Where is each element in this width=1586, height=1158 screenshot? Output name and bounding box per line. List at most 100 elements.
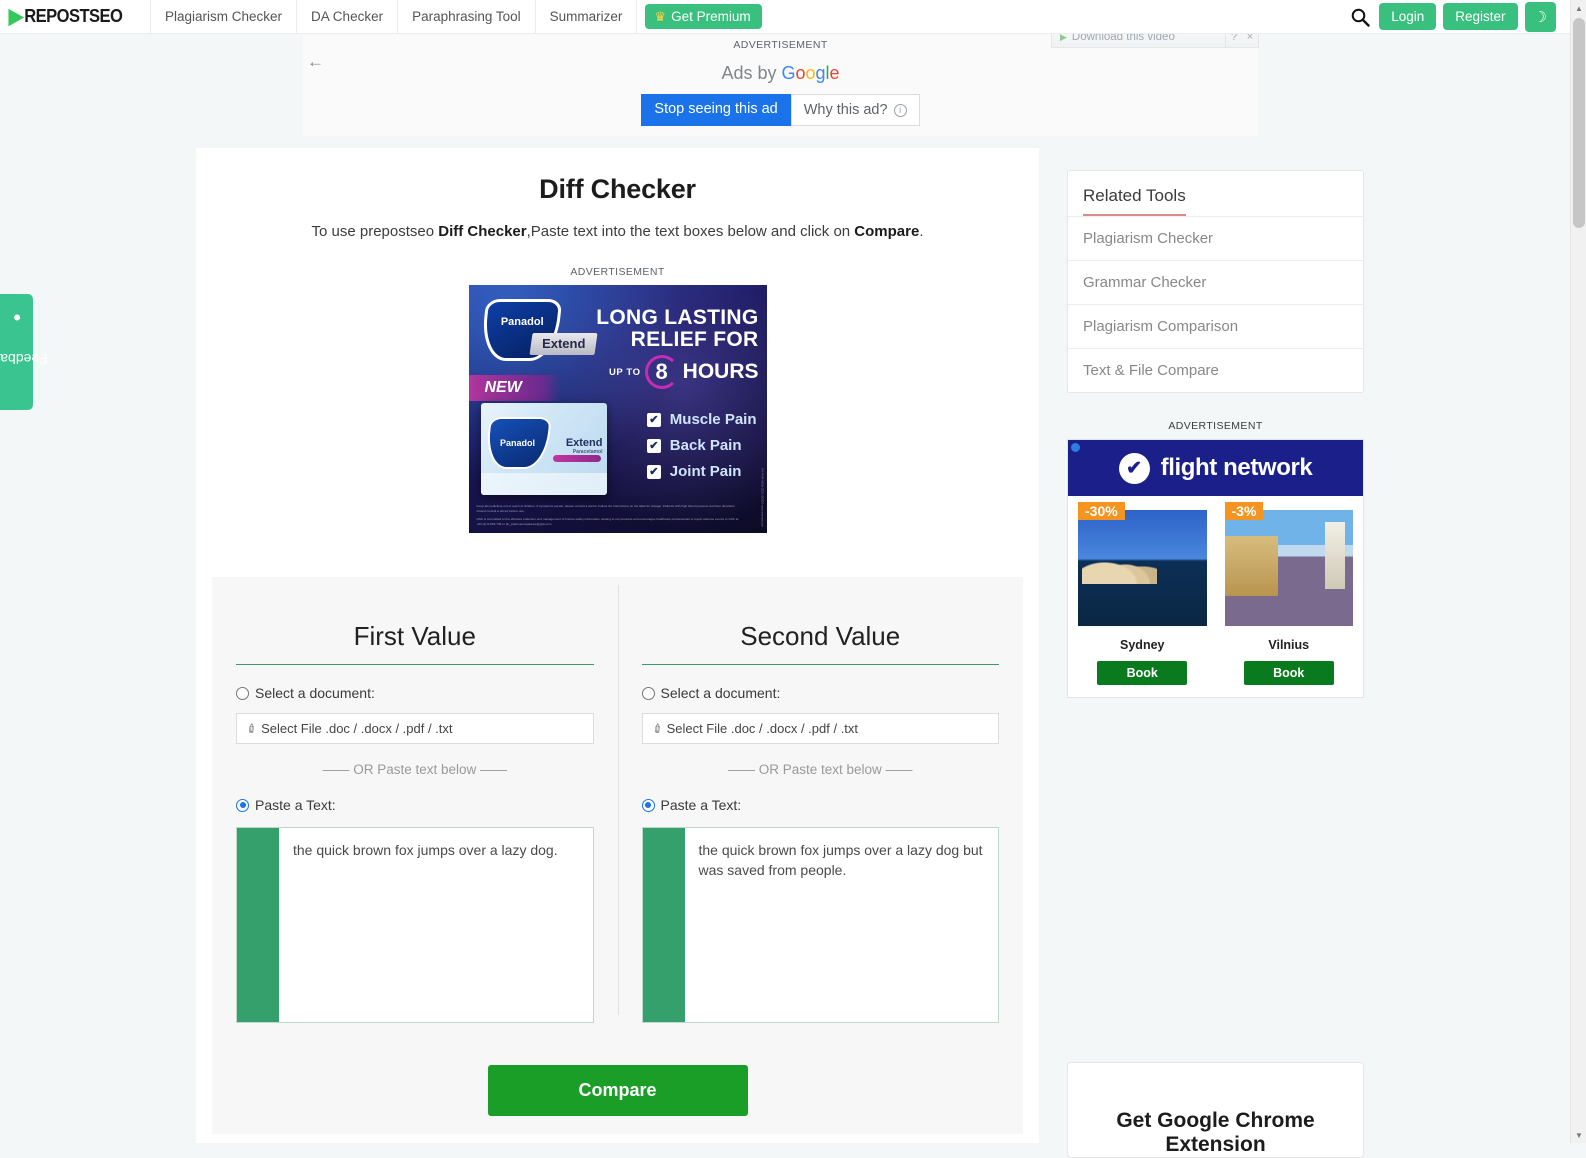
adchoices-icon[interactable] [1071,443,1080,452]
radio-paste-text-first[interactable] [236,798,249,812]
feedback-tab[interactable]: Feedback ● [0,294,47,410]
flight-offers-row: -30% Sydney Book -3% Vilnius Book [1068,496,1363,697]
checkmark-badge-icon: ✔ [1118,452,1150,484]
nav-item-plagiarism-checker[interactable]: Plagiarism Checker [150,0,296,33]
panadol-fineprint-line2: GSK is committed to the effective collec… [476,517,739,527]
second-select-document-row[interactable]: Select a document: [641,685,1000,701]
page-scrollbar[interactable]: ▲ ▼ [1570,0,1586,1143]
flight-network-brand: flight network [1160,454,1313,481]
panadol-fineprint: Keep all medicines out of reach of child… [477,504,739,527]
dark-mode-toggle[interactable]: ☽ [1524,1,1556,32]
nav-item-da-checker[interactable]: DA Checker [296,0,397,33]
chrome-extension-title: Get Google Chrome Extension [1068,1063,1363,1157]
why-this-ad-button[interactable]: Why this ad? i [790,94,920,126]
chrome-extension-card[interactable]: Get Google Chrome Extension [1067,1062,1364,1158]
radio-select-document-first[interactable] [236,686,249,700]
login-button[interactable]: Login [1379,3,1437,30]
second-value-textarea[interactable]: the quick brown fox jumps over a lazy do… [685,828,999,1022]
logo-arrow-icon: ▶ [8,5,24,28]
first-paste-text-row[interactable]: Paste a Text: [236,797,594,813]
panadol-headline: LONG LASTING RELIEF FOR [563,306,759,352]
radio-paste-text-second[interactable] [641,798,655,812]
panadol-box-brand: Panadol [499,438,535,448]
sidebar-item-grammar-checker[interactable]: Grammar Checker [1068,260,1363,304]
compare-columns: First Value Select a document: ✐ Select … [212,577,1023,1023]
scrollbar-thumb[interactable] [1573,18,1585,228]
main-content-card: Diff Checker To use prepostseo Diff Chec… [196,148,1039,1143]
sidebar-item-plagiarism-comparison[interactable]: Plagiarism Comparison [1068,304,1363,348]
sydney-photo [1078,510,1207,626]
panadol-advertisement-banner[interactable]: Panadol Extend NEW LONG LASTING RELIEF F… [468,285,767,533]
chrome-title-line1: Get Google Chrome [1116,1109,1315,1132]
subtitle-tool-name: Diff Checker [438,223,527,240]
panadol-box-lower-band [480,473,607,495]
flight-offer-vilnius[interactable]: -3% Vilnius Book [1224,502,1353,685]
second-select-file-button[interactable]: ✐ Select File .doc / .docx / .pdf / .txt [641,713,999,744]
first-paste-text-label: Paste a Text: [255,797,336,813]
first-select-file-label: Select File .doc / .docx / .pdf / .txt [261,721,453,736]
checkbox-check-icon: ✔ [646,438,661,453]
city-name: Sydney [1120,638,1165,652]
paperclip-icon: ✐ [649,719,666,738]
first-select-document-row[interactable]: Select a document: [236,685,594,701]
book-button-sydney[interactable]: Book [1097,661,1188,685]
logo-wordmark: REPOSTSEO [24,6,123,26]
page-title: Diff Checker [539,174,696,204]
search-icon[interactable] [1348,5,1372,29]
second-or-divider: —— OR Paste text below —— [727,762,913,777]
ad-back-arrow-icon[interactable]: ← [307,52,324,72]
subtitle-compare-word: Compare [854,223,920,240]
first-value-textarea-wrapper[interactable]: the quick brown fox jumps over a lazy do… [236,827,594,1023]
top-advertisement: ADVERTISEMENT ← Ads by Google Stop seein… [303,34,1258,136]
flight-network-advertisement[interactable]: ✔ flight network -30% Sydney Book -3% Vi… [1067,439,1364,698]
scroll-up-arrow-icon[interactable]: ▲ [1571,0,1586,16]
get-premium-button[interactable]: ♛ Get Premium [645,4,762,29]
flight-network-header: ✔ flight network [1068,440,1363,496]
speech-bubble-icon: ● [12,310,21,327]
first-value-textarea[interactable]: the quick brown fox jumps over a lazy do… [279,828,593,1022]
panadol-fineprint-line1: Keep all medicines out of reach of child… [476,503,735,513]
panadol-headline-line2: RELIEF FOR [630,328,759,352]
chrome-title-line2: Extension [1165,1133,1266,1157]
site-logo[interactable]: ▶ REPOSTSEO [0,0,150,33]
first-select-file-button[interactable]: ✐ Select File .doc / .docx / .pdf / .txt [236,713,594,744]
page-subtitle: To use prepostseo Diff Checker,Paste tex… [196,223,1039,240]
radio-select-document-second[interactable] [641,686,655,700]
compare-button[interactable]: Compare [487,1065,748,1116]
nav-item-summarizer[interactable]: Summarizer [534,0,638,33]
flight-offer-sydney[interactable]: -30% Sydney Book [1078,502,1207,685]
second-value-column: Second Value Select a document: ✐ Select… [618,577,1024,1023]
sidebar-item-plagiarism-checker[interactable]: Plagiarism Checker [1068,216,1363,260]
first-select-document-label: Select a document: [255,685,375,701]
panadol-hours-word: HOURS [682,360,759,383]
panadol-new-label: NEW [484,379,522,396]
get-premium-label: Get Premium [671,9,751,24]
second-value-textarea-wrapper[interactable]: the quick brown fox jumps over a lazy do… [641,827,999,1023]
panadol-brand-label: Panadol [499,316,543,328]
first-textarea-gutter [237,828,279,1022]
first-or-divider: —— OR Paste text below —— [322,762,508,777]
panadol-benefit-label: Muscle Pain [669,411,757,428]
scroll-down-arrow-icon[interactable]: ▼ [1571,1127,1586,1143]
ads-by-prefix: Ads by [721,63,777,83]
main-nav: Plagiarism Checker DA Checker Paraphrasi… [150,0,638,33]
subtitle-part-3: . [919,223,924,240]
column-divider [617,585,619,1015]
second-paste-text-row[interactable]: Paste a Text: [641,797,1000,813]
register-button[interactable]: Register [1443,3,1518,30]
nav-item-paraphrasing-tool[interactable]: Paraphrasing Tool [397,0,535,33]
sidebar-ad-label: ADVERTISEMENT [1168,420,1263,432]
google-wordmark: Google [781,63,840,83]
panadol-hours-number: 8 [644,355,679,389]
title-underline [641,664,999,665]
vilnius-photo [1224,510,1353,626]
panadol-box-logo: Panadol [483,417,552,469]
stop-seeing-this-ad-button[interactable]: Stop seeing this ad [641,94,791,126]
second-paste-text-label: Paste a Text: [660,797,742,813]
panadol-box-sub-label: Extend [565,437,603,449]
checkbox-check-icon: ✔ [646,412,661,427]
paperclip-icon: ✐ [243,719,261,738]
sidebar-item-text-file-compare[interactable]: Text & File Compare [1068,348,1363,392]
book-button-vilnius[interactable]: Book [1243,661,1334,685]
list-item: ✔ Back Pain [646,437,757,454]
